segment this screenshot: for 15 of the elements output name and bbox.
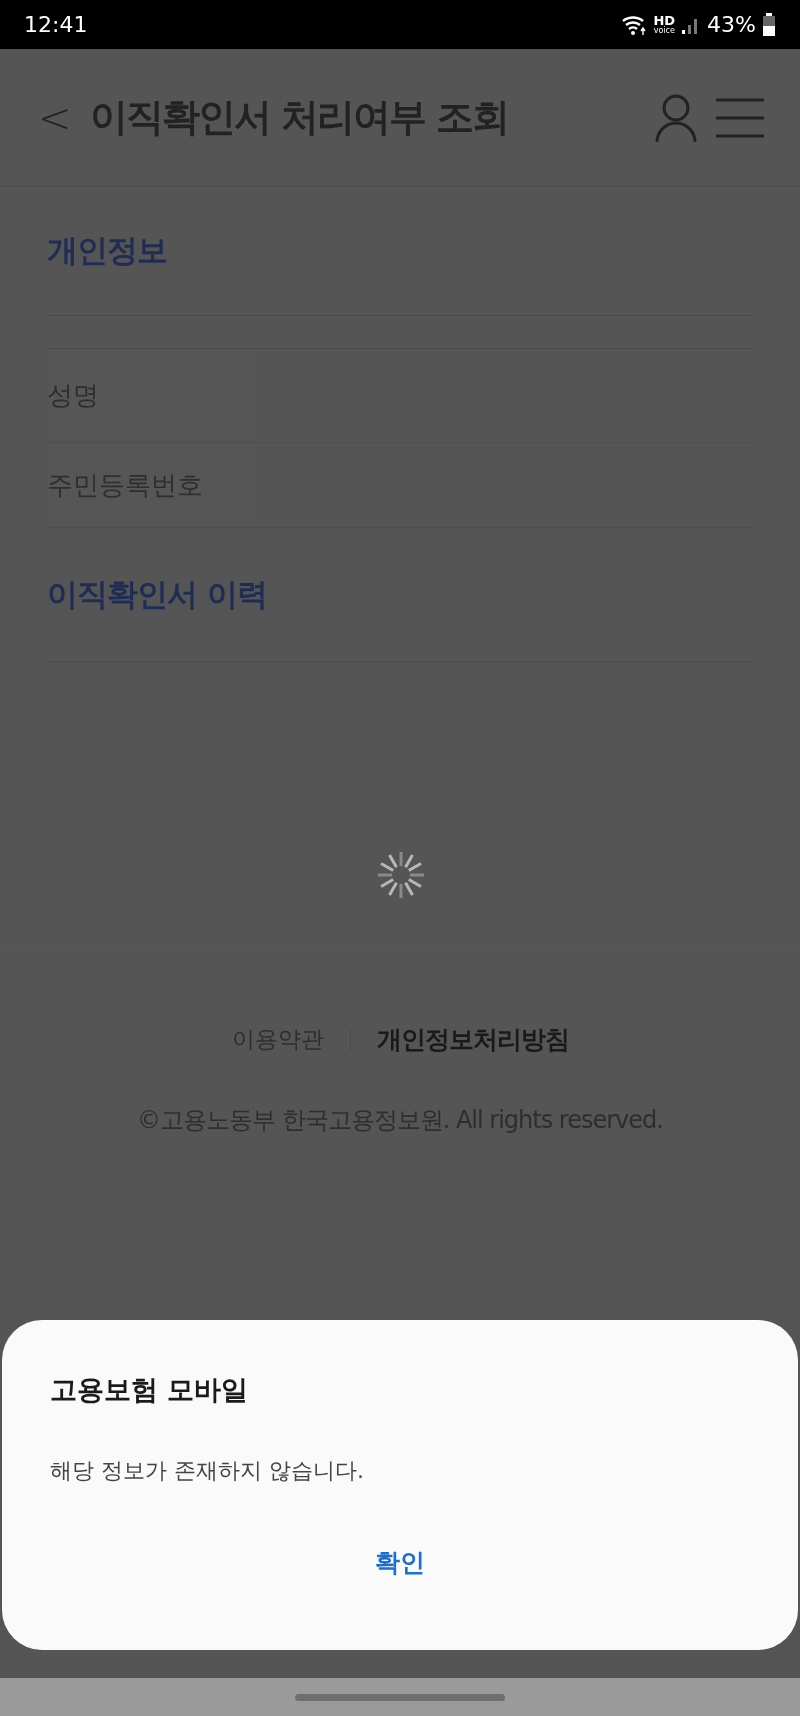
user-icon[interactable] — [654, 92, 698, 143]
home-handle[interactable] — [295, 1693, 505, 1701]
confirm-button[interactable]: 확인 — [365, 1542, 435, 1583]
footer-link[interactable]: 개인정보처리방침 — [376, 1023, 569, 1056]
voice-label: voice — [653, 27, 675, 35]
wifi-icon — [621, 13, 648, 36]
back-button[interactable]: < — [38, 94, 72, 141]
battery-icon — [762, 12, 776, 37]
menu-icon[interactable] — [716, 96, 764, 139]
loading-spinner-icon — [375, 850, 426, 900]
status-time: 12:41 — [24, 12, 89, 37]
hd-label: HD — [653, 14, 676, 27]
battery-percent: 43% — [707, 12, 756, 37]
dialog-message: 해당 정보가 존재하지 않습니다. — [50, 1457, 364, 1485]
dialog-title: 고용보험 모바일 — [50, 1373, 249, 1407]
